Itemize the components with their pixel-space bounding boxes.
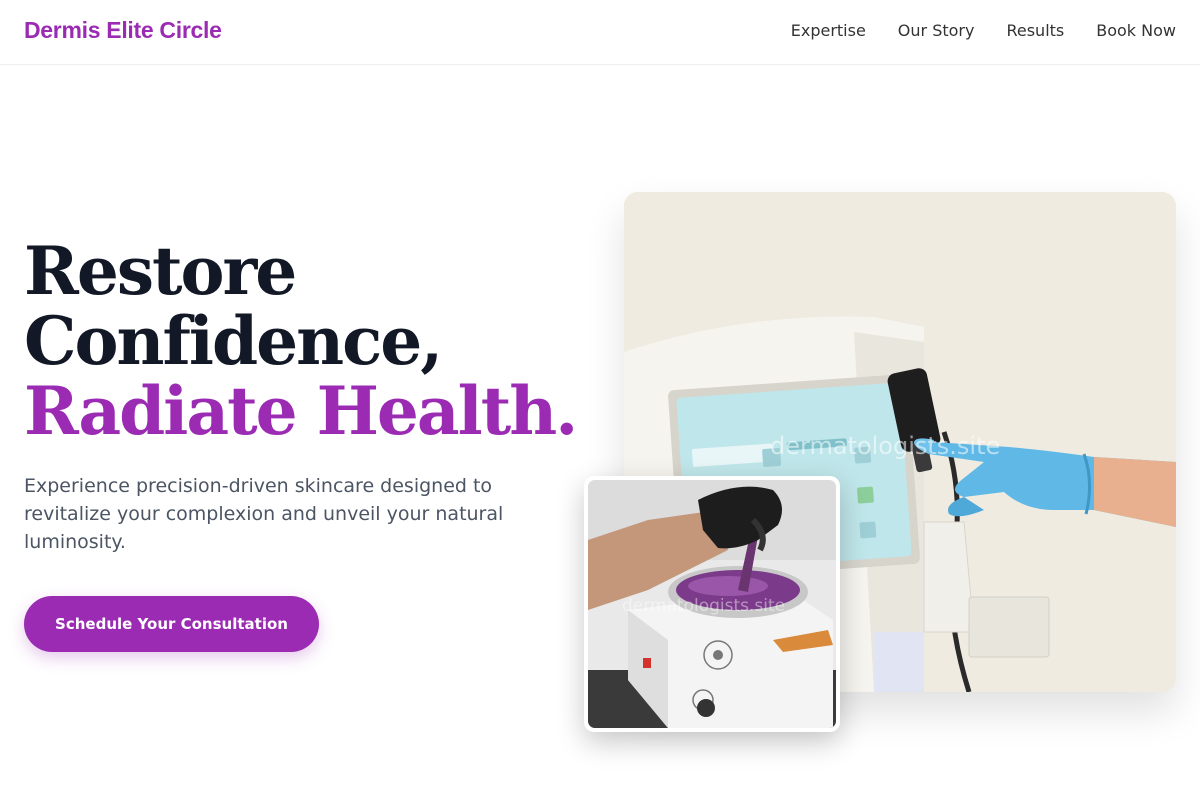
hero-headline: Restore Confidence, Radiate Health. [24, 236, 584, 446]
headline-accent: Radiate Health. [24, 372, 578, 450]
nav-link-results[interactable]: Results [1006, 21, 1064, 40]
hero-subtext: Experience precision-driven skincare des… [24, 475, 504, 553]
wax-heater-image [584, 476, 840, 732]
headline-line-2: Confidence, [24, 302, 443, 380]
nav-link-book-now[interactable]: Book Now [1096, 21, 1176, 40]
site-header: Dermis Elite Circle Expertise Our Story … [0, 0, 1200, 65]
wax-heater-illustration [588, 480, 836, 728]
brand-logo[interactable]: Dermis Elite Circle [24, 17, 222, 44]
main-nav: Expertise Our Story Results Book Now [791, 21, 1176, 40]
nav-link-expertise[interactable]: Expertise [791, 21, 866, 40]
nav-link-our-story[interactable]: Our Story [898, 21, 975, 40]
headline-line-1: Restore [24, 232, 297, 310]
schedule-consultation-button[interactable]: Schedule Your Consultation [24, 596, 319, 652]
